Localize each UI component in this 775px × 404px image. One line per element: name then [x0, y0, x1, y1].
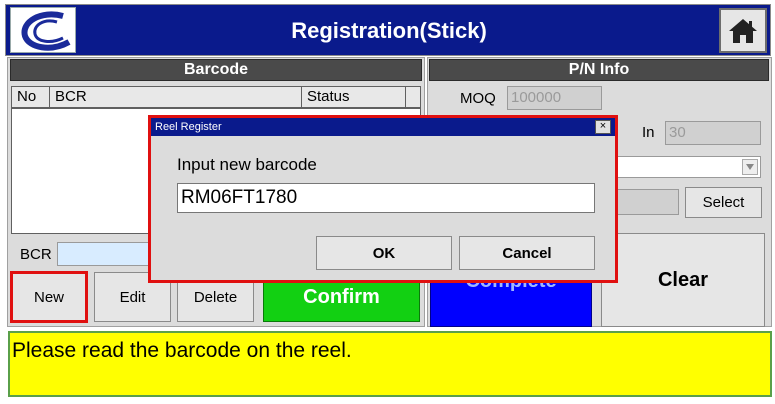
dialog-prompt: Input new barcode: [177, 155, 317, 174]
pn-select[interactable]: [612, 156, 761, 178]
bcr-input[interactable]: [57, 242, 157, 266]
reel-register-dialog: Reel Register × Input new barcode RM06FT…: [148, 115, 618, 283]
moq-label: MOQ: [460, 90, 496, 107]
status-message: Please read the barcode on the reel.: [8, 331, 772, 397]
bcr-label: BCR: [20, 246, 52, 263]
cancel-button-label: Cancel: [502, 244, 552, 262]
new-button[interactable]: New: [10, 271, 88, 323]
barcode-section-title: Barcode: [10, 59, 422, 81]
header-bar: Registration(Stick): [5, 4, 771, 56]
column-no: No: [12, 87, 50, 107]
close-icon[interactable]: ×: [595, 120, 611, 134]
pn-info-section-title: P/N Info: [429, 59, 769, 81]
confirm-button-label: Confirm: [303, 285, 380, 308]
new-button-label: New: [33, 288, 64, 306]
clear-button-label: Clear: [657, 268, 709, 291]
home-button[interactable]: [719, 8, 767, 53]
in-field: 30: [665, 121, 761, 145]
company-logo: [10, 7, 76, 53]
column-status: Status: [302, 87, 406, 107]
dialog-body: Input new barcode RM06FT1780 OK Cancel: [151, 136, 615, 280]
select-button-label: Select: [702, 194, 745, 211]
cancel-button[interactable]: Cancel: [459, 236, 595, 270]
edit-button-label: Edit: [119, 288, 146, 306]
in-label: In: [642, 124, 655, 141]
barcode-grid-header: No BCR Status: [11, 86, 421, 108]
delete-button-label: Delete: [193, 288, 238, 306]
home-icon: [729, 18, 757, 43]
barcode-input[interactable]: RM06FT1780: [177, 183, 595, 213]
clear-button[interactable]: Clear: [601, 233, 765, 327]
moq-field: 100000: [507, 86, 602, 110]
ok-button[interactable]: OK: [316, 236, 452, 270]
dialog-title: Reel Register: [151, 118, 615, 136]
ok-button-label: OK: [372, 244, 396, 262]
select-button[interactable]: Select: [685, 187, 762, 218]
column-bcr: BCR: [50, 87, 302, 107]
page-title: Registration(Stick): [291, 18, 487, 43]
pn-field: [612, 189, 679, 215]
chevron-down-icon: [742, 159, 758, 175]
